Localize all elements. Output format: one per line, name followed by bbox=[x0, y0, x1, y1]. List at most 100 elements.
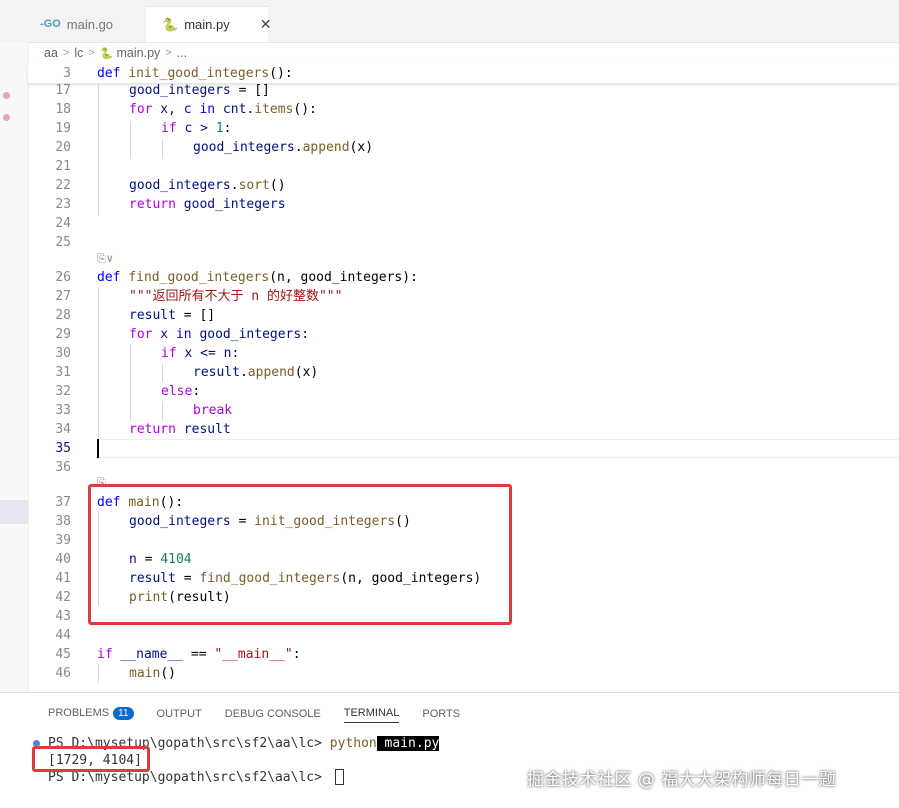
code-token: x bbox=[152, 327, 176, 342]
code-token: find_good_integers bbox=[128, 270, 270, 285]
indent-guide bbox=[98, 287, 99, 439]
line-number: 32 bbox=[55, 384, 71, 399]
code-line-18[interactable]: for x, c in cnt.items(): bbox=[129, 100, 317, 119]
tab-debug-console[interactable]: DEBUG CONSOLE bbox=[225, 708, 321, 723]
code-token: result bbox=[193, 365, 240, 380]
code-token: append bbox=[247, 365, 295, 380]
code-line-22[interactable]: good_integers.sort() bbox=[129, 176, 286, 195]
code-line-45[interactable]: if __name__ == "__main__": bbox=[97, 645, 301, 664]
indent-guide bbox=[130, 121, 131, 159]
code-token: x, c bbox=[152, 102, 200, 117]
code-token: (): bbox=[269, 66, 293, 81]
line-number: 40 bbox=[55, 552, 71, 567]
code-line-23[interactable]: return good_integers bbox=[129, 195, 286, 214]
code-token: __name__ bbox=[112, 647, 184, 662]
tab-ports[interactable]: PORTS bbox=[422, 708, 460, 723]
line-number: 39 bbox=[55, 533, 71, 548]
code-line-27[interactable]: """返回所有不大于 n 的好整数""" bbox=[129, 287, 342, 306]
breadcrumb-item-more[interactable]: ... bbox=[177, 46, 187, 60]
terminal-cursor bbox=[335, 769, 344, 785]
close-icon[interactable]: ✕ bbox=[260, 16, 272, 33]
code-token: def bbox=[97, 66, 121, 81]
code-token: () bbox=[160, 666, 176, 681]
modified-marker-icon bbox=[3, 114, 10, 121]
code-lens-icon[interactable]: ⎘∨ bbox=[97, 252, 114, 266]
tab-main-go[interactable]: -GO main.go bbox=[28, 6, 158, 42]
line-number: 30 bbox=[55, 346, 71, 361]
code-token: good_integers bbox=[129, 178, 231, 193]
line-number: 18 bbox=[55, 102, 71, 117]
code-token: items bbox=[254, 102, 294, 117]
watermark: 掘金技术社区 @ 福大大架构师每日一题 bbox=[527, 770, 837, 790]
line-number: 21 bbox=[55, 159, 71, 174]
indent-guide bbox=[162, 140, 163, 159]
code-line-46[interactable]: main() bbox=[129, 664, 176, 683]
line-number: 26 bbox=[55, 270, 71, 285]
line-number: 28 bbox=[55, 308, 71, 323]
line-number: 35 bbox=[55, 441, 71, 456]
code-token: good_integers bbox=[175, 197, 286, 212]
code-token: : bbox=[223, 121, 232, 136]
code-token: if bbox=[97, 647, 113, 662]
code-token: good_integers bbox=[129, 83, 231, 98]
code-token: else bbox=[161, 384, 193, 399]
terminal-argument: main.py bbox=[376, 736, 440, 751]
line-number: 29 bbox=[55, 327, 71, 342]
tab-problems[interactable]: PROBLEMS 11 bbox=[48, 707, 134, 723]
line-number: 36 bbox=[55, 460, 71, 475]
line-number: 24 bbox=[55, 216, 71, 231]
chevron-right-icon: > bbox=[165, 47, 172, 59]
highlight-box-output bbox=[32, 746, 150, 772]
code-token: if bbox=[161, 121, 177, 136]
code-token: = [] bbox=[175, 308, 216, 323]
code-line-34[interactable]: return result bbox=[129, 420, 231, 439]
tab-terminal[interactable]: TERMINAL bbox=[343, 707, 400, 723]
line-number: 31 bbox=[55, 365, 71, 380]
line-number: 33 bbox=[55, 403, 71, 418]
code-token: break bbox=[193, 403, 233, 418]
editor-tab-bar: -GO main.go 🐍 main.py ✕ bbox=[0, 0, 899, 43]
code-token: 1 bbox=[215, 121, 224, 136]
chevron-right-icon: > bbox=[88, 47, 95, 59]
indent-guide bbox=[162, 401, 163, 420]
code-token: : bbox=[192, 384, 201, 399]
go-file-icon: -GO bbox=[40, 18, 61, 30]
code-line-32[interactable]: else: bbox=[161, 382, 200, 401]
breadcrumb-item-aa[interactable]: aa bbox=[44, 46, 58, 60]
line-number: 25 bbox=[55, 235, 71, 250]
tab-output[interactable]: OUTPUT bbox=[157, 708, 202, 723]
code-token: cnt. bbox=[215, 102, 255, 117]
code-line-26[interactable]: def find_good_integers(n, good_integers)… bbox=[97, 268, 418, 287]
breadcrumb-item-lc[interactable]: lc bbox=[74, 46, 83, 60]
line-number: 22 bbox=[55, 178, 71, 193]
code-line-30[interactable]: if x <= n: bbox=[161, 344, 239, 363]
code-token: for bbox=[129, 327, 153, 342]
code-line-20[interactable]: good_integers.append(x) bbox=[193, 138, 373, 157]
code-token: x <= n: bbox=[176, 346, 240, 361]
code-token: . bbox=[294, 140, 303, 155]
breadcrumb-item-file[interactable]: main.py bbox=[117, 46, 161, 60]
line-number: 44 bbox=[55, 628, 71, 643]
line-number: 43 bbox=[55, 609, 71, 624]
code-token: . bbox=[230, 178, 239, 193]
line-number: 45 bbox=[55, 647, 71, 662]
code-line-19[interactable]: if c > 1: bbox=[161, 119, 231, 138]
code-token: . bbox=[239, 365, 248, 380]
code-line-33[interactable]: break bbox=[193, 401, 232, 420]
code-token: (x) bbox=[349, 140, 374, 155]
tab-main-py[interactable]: 🐍 main.py ✕ bbox=[146, 6, 271, 42]
code-line-28[interactable]: result = [] bbox=[129, 306, 215, 325]
code-token: good_integers bbox=[193, 140, 295, 155]
line-number: 38 bbox=[55, 514, 71, 529]
code-line-17[interactable]: good_integers = [] bbox=[129, 81, 270, 100]
code-token: == bbox=[183, 647, 215, 662]
code-line-31[interactable]: result.append(x) bbox=[193, 363, 318, 382]
current-line-highlight bbox=[97, 439, 899, 458]
code-line-29[interactable]: for x in good_integers: bbox=[129, 325, 309, 344]
line-number: 19 bbox=[55, 121, 71, 136]
breadcrumb: aa > lc > 🐍 main.py > ... bbox=[44, 44, 187, 62]
code-token: "__main__" bbox=[214, 647, 293, 662]
code-token: if bbox=[161, 346, 177, 361]
python-file-icon: 🐍 bbox=[99, 47, 114, 60]
code-token: c > bbox=[176, 121, 216, 136]
